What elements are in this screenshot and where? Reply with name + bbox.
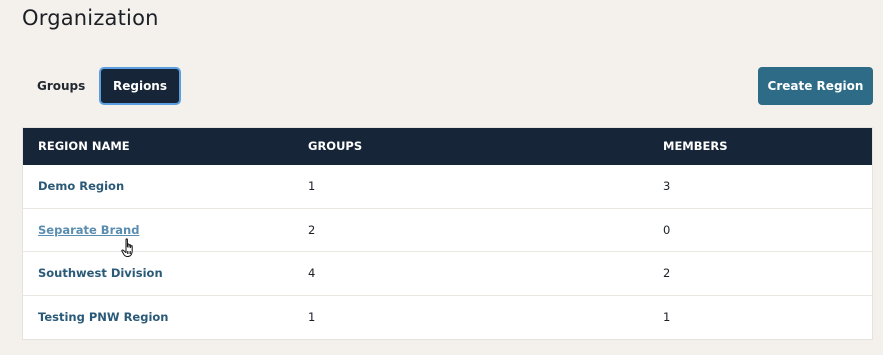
groups-count: 2	[308, 222, 316, 237]
create-region-button[interactable]: Create Region	[758, 67, 873, 105]
groups-count: 1	[308, 179, 316, 193]
region-name-link[interactable]: Demo Region	[38, 165, 124, 208]
column-header-region-name: REGION NAME	[38, 139, 130, 153]
table-row: Separate Brand 2 0	[23, 209, 872, 252]
table-header: REGION NAME GROUPS MEMBERS	[23, 128, 872, 165]
table-row: Testing PNW Region 1 1	[23, 296, 872, 340]
page-title: Organization	[22, 6, 159, 30]
hand-pointer-icon	[121, 238, 133, 257]
tab-groups[interactable]: Groups	[26, 67, 92, 105]
groups-count: 1	[308, 309, 316, 324]
members-count: 0	[663, 222, 671, 237]
table-row: Demo Region 1 3	[23, 165, 872, 209]
members-count: 3	[663, 179, 671, 193]
tab-regions[interactable]: Regions	[99, 67, 181, 105]
column-header-members: MEMBERS	[663, 139, 728, 153]
members-count: 1	[663, 309, 671, 324]
page: Organization Groups Regions Create Regio…	[0, 0, 883, 355]
table-row: Southwest Division 4 2	[23, 252, 872, 296]
groups-count: 4	[308, 266, 316, 280]
regions-table: REGION NAME GROUPS MEMBERS Demo Region 1…	[22, 127, 873, 340]
column-header-groups: GROUPS	[308, 139, 363, 153]
region-name-link[interactable]: Testing PNW Region	[38, 296, 168, 339]
members-count: 2	[663, 266, 671, 280]
region-name-link[interactable]: Southwest Division	[38, 252, 163, 295]
